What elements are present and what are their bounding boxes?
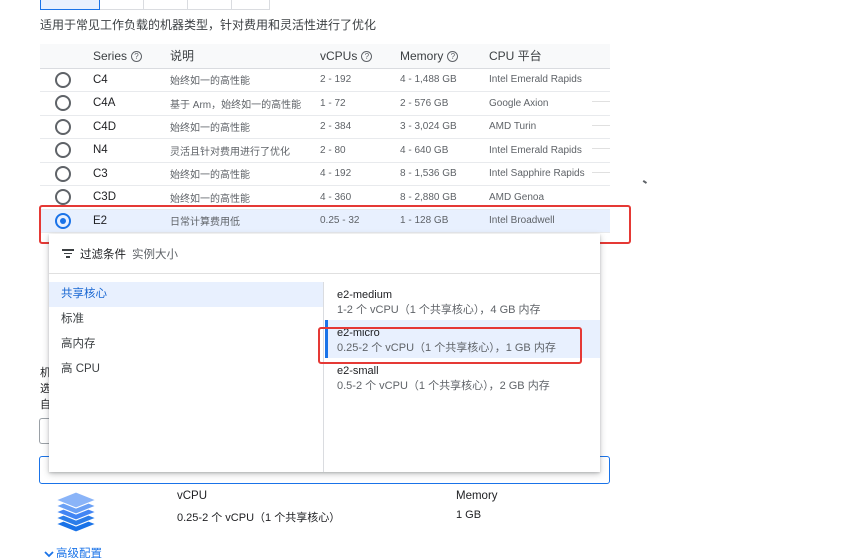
column-header-vcpus: vCPUs?	[320, 44, 400, 69]
series-platform: Intel Emerald Rapids	[489, 138, 610, 163]
column-header-memory: Memory?	[400, 44, 489, 69]
series-desc: 灵活且针对费用进行了优化	[170, 138, 320, 163]
table-row[interactable]: N4 灵活且针对费用进行了优化 2 - 80 4 - 640 GB Intel …	[40, 138, 610, 163]
filter-icon	[62, 247, 74, 260]
filter-label: 过滤条件	[80, 248, 126, 261]
category-high-cpu[interactable]: 高 CPU	[49, 357, 323, 382]
series-memory: 2 - 576 GB	[400, 91, 489, 116]
series-radio-button[interactable]	[55, 189, 71, 206]
column-header-series: Series?	[93, 44, 170, 69]
header-desc-label: 说明	[170, 49, 195, 64]
series-vcpus: 2 - 384	[320, 115, 400, 139]
option-subtitle: 1-2 个 vCPU（1 个共享核心），4 GB 内存	[337, 304, 541, 316]
series-radio-button[interactable]	[55, 142, 71, 159]
series-vcpus: 4 - 192	[320, 162, 400, 186]
table-row[interactable]: C4D 始终如一的高性能 2 - 384 3 - 3,024 GB AMD Tu…	[40, 115, 610, 139]
column-header-description: 说明	[170, 44, 320, 69]
vcpu-label: vCPU	[177, 490, 208, 502]
series-name: C4	[93, 68, 170, 92]
machine-stack-icon	[54, 491, 98, 533]
series-radio-button[interactable]	[55, 165, 71, 182]
stray-mark	[642, 179, 648, 184]
family-description: 适用于常见工作负载的机器类型，针对费用和灵活性进行了优化	[40, 18, 377, 32]
chevron-down-icon	[44, 551, 54, 558]
option-title: e2-medium	[337, 289, 393, 301]
series-radio-button[interactable]	[55, 71, 71, 88]
advanced-config-toggle[interactable]: 高级配置	[44, 545, 102, 558]
tab-general-purpose[interactable]	[40, 0, 100, 10]
series-name: N4	[93, 138, 170, 163]
help-icon[interactable]: ?	[361, 51, 373, 63]
series-memory: 3 - 3,024 GB	[400, 115, 489, 139]
series-desc: 始终如一的高性能	[170, 68, 320, 92]
divider	[592, 101, 610, 102]
option-title: e2-small	[337, 365, 379, 377]
series-radio-button[interactable]	[55, 95, 71, 112]
table-row[interactable]: C4A 基于 Arm，始终如一的高性能 1 - 72 2 - 576 GB Go…	[40, 91, 610, 116]
series-name: C4D	[93, 115, 170, 139]
table-row[interactable]: C4 始终如一的高性能 2 - 192 4 - 1,488 GB Intel E…	[40, 68, 610, 92]
vcpu-value: 0.25-2 个 vCPU（1 个共享核心）	[177, 512, 341, 524]
radio-cell	[40, 68, 93, 92]
option-subtitle: 0.5-2 个 vCPU（1 个共享核心），2 GB 内存	[337, 380, 550, 392]
tab-compute-optimized[interactable]	[100, 0, 144, 10]
series-radio-button[interactable]	[55, 118, 71, 135]
radio-cell	[40, 91, 93, 116]
advanced-config-label: 高级配置	[56, 548, 102, 558]
radio-cell	[40, 138, 93, 163]
tab-storage-optimized[interactable]	[188, 0, 232, 10]
series-vcpus: 1 - 72	[320, 91, 400, 116]
series-desc: 始终如一的高性能	[170, 162, 320, 186]
series-vcpus: 2 - 192	[320, 68, 400, 92]
highlight-annotation-box	[318, 327, 582, 364]
header-vcpus-label: vCPUs	[320, 48, 358, 63]
dropdown-filter-bar[interactable]: 过滤条件 实例大小	[49, 234, 600, 274]
divider	[592, 125, 610, 126]
series-memory: 4 - 640 GB	[400, 138, 489, 163]
radio-column-header	[40, 44, 93, 69]
table-header-row: Series? 说明 vCPUs? Memory? CPU 平台	[40, 44, 610, 69]
radio-cell	[40, 115, 93, 139]
help-icon[interactable]: ?	[131, 51, 143, 63]
divider	[592, 172, 610, 173]
category-list: 共享核心 标准 高内存 高 CPU	[49, 282, 324, 472]
category-shared-core[interactable]: 共享核心	[49, 282, 323, 307]
memory-value: 1 GB	[456, 509, 482, 521]
series-platform: Google Axion	[489, 91, 610, 116]
option-e2-medium[interactable]: e2-medium 1-2 个 vCPU（1 个共享核心），4 GB 内存	[325, 282, 600, 320]
tab-gpus[interactable]	[232, 0, 270, 10]
tab-memory-optimized[interactable]	[144, 0, 188, 10]
machine-family-tabs	[40, 0, 270, 10]
series-name: C4A	[93, 91, 170, 116]
divider	[592, 148, 610, 149]
header-series-label: Series	[93, 48, 128, 63]
table-row[interactable]: C3 始终如一的高性能 4 - 192 8 - 1,536 GB Intel S…	[40, 162, 610, 186]
series-memory: 8 - 1,536 GB	[400, 162, 489, 186]
series-name: C3	[93, 162, 170, 186]
series-desc: 基于 Arm，始终如一的高性能	[170, 91, 320, 116]
column-header-platform: CPU 平台	[489, 44, 610, 69]
header-platform-label: CPU 平台	[489, 49, 542, 64]
filter-placeholder: 实例大小	[132, 248, 178, 261]
series-platform: Intel Sapphire Rapids	[489, 162, 610, 186]
category-high-memory[interactable]: 高内存	[49, 332, 323, 357]
series-memory: 4 - 1,488 GB	[400, 68, 489, 92]
help-icon[interactable]: ?	[447, 51, 459, 63]
radio-cell	[40, 162, 93, 186]
series-desc: 始终如一的高性能	[170, 115, 320, 139]
series-platform: AMD Turin	[489, 115, 610, 139]
category-standard[interactable]: 标准	[49, 307, 323, 332]
series-platform: Intel Emerald Rapids	[489, 68, 610, 92]
preset-select-edge[interactable]	[39, 418, 49, 444]
series-vcpus: 2 - 80	[320, 138, 400, 163]
header-memory-label: Memory	[400, 48, 444, 63]
memory-label: Memory	[456, 490, 498, 502]
